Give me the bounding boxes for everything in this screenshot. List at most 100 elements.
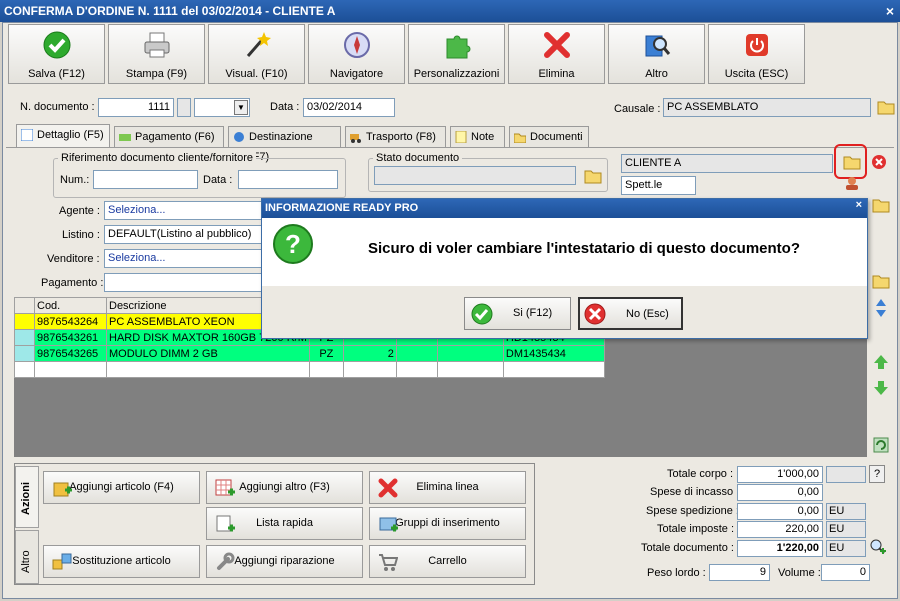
peso-field[interactable]: 9 xyxy=(709,564,770,581)
totale-documento-currency: EU xyxy=(826,540,866,557)
totale-corpo-label: Totale corpo : xyxy=(667,468,734,480)
tab-documenti[interactable]: Documenti xyxy=(509,126,589,147)
replace-article-button[interactable]: Sostituzione articolo xyxy=(43,545,200,578)
spese-incasso-field[interactable]: 0,00 xyxy=(737,484,823,501)
venditore-label: Venditore : xyxy=(47,253,100,265)
delete-button[interactable]: Elimina xyxy=(508,24,605,84)
delete-x-icon xyxy=(378,478,398,498)
cell-cod xyxy=(34,361,107,378)
tab-azioni[interactable]: Azioni xyxy=(15,466,39,528)
tab-trasporto[interactable]: Trasporto (F8) xyxy=(345,126,446,147)
venditore-select[interactable]: Seleziona... xyxy=(104,249,262,268)
ndoc-field[interactable]: 1111 xyxy=(98,98,174,117)
causale-field[interactable]: PC ASSEMBLATO xyxy=(663,98,871,117)
cart-button[interactable]: Carrello xyxy=(369,545,526,578)
arrow-up-icon[interactable] xyxy=(873,354,889,370)
remove-circle-icon[interactable] xyxy=(871,154,887,170)
dialog-no-button[interactable]: No (Esc) xyxy=(578,297,683,330)
dialog-title: INFORMAZIONE READY PRO xyxy=(262,199,867,218)
num-label: Num.: xyxy=(60,174,90,186)
move-updown-icon[interactable] xyxy=(873,298,889,318)
table-row[interactable]: 9876543265 MODULO DIMM 2 GB PZ 2 DM14354… xyxy=(14,345,605,362)
delete-line-label: Elimina linea xyxy=(416,481,479,493)
folder-icon[interactable] xyxy=(843,153,861,170)
insert-groups-button[interactable]: Gruppi di inserimento xyxy=(369,507,526,540)
num-field[interactable] xyxy=(93,170,198,189)
arrow-down-icon[interactable] xyxy=(873,380,889,396)
tab-dettaglio[interactable]: Dettaglio (F5) xyxy=(16,124,110,147)
tab-note[interactable]: Note xyxy=(450,126,505,147)
rif-date-field[interactable] xyxy=(238,170,338,189)
cell-serial xyxy=(502,361,605,378)
tab-azioni-label: Azioni xyxy=(20,482,32,515)
agente-label: Agente : xyxy=(59,205,100,217)
cell-cod: 9876543261 xyxy=(34,329,107,346)
tab-pagamento[interactable]: Pagamento (F6) xyxy=(114,126,224,147)
folder-icon[interactable] xyxy=(872,196,890,213)
print-label: Stampa (F9) xyxy=(125,68,188,80)
add-article-button[interactable]: Aggiungi articolo (F4) xyxy=(43,471,200,504)
tab-note-label: Note xyxy=(471,131,495,143)
print-button[interactable]: Stampa (F9) xyxy=(108,24,205,84)
tab-destinazione[interactable]: Destinazione (F7) xyxy=(228,126,341,163)
exit-label: Uscita (ESC) xyxy=(724,68,789,80)
add-other-button[interactable]: Aggiungi altro (F3) xyxy=(206,471,363,504)
agente-select[interactable]: Seleziona... xyxy=(104,201,262,220)
folder-icon[interactable] xyxy=(584,167,602,184)
add-article-label: Aggiungi articolo (F4) xyxy=(69,481,174,493)
tab-documenti-label: Documenti xyxy=(530,131,583,143)
window-title: CONFERMA D'ORDINE N. 1111 del 03/02/2014… xyxy=(4,4,336,18)
zoom-add-icon[interactable] xyxy=(870,539,886,555)
window-close-button[interactable]: × xyxy=(886,0,894,22)
ndoc-button[interactable] xyxy=(177,98,191,117)
causale-label: Causale : xyxy=(614,103,661,115)
add-grid-icon xyxy=(215,479,235,496)
folder-icon[interactable] xyxy=(872,272,890,289)
stato-title: Stato documento xyxy=(373,152,463,164)
preview-button[interactable]: Visual. (F10) xyxy=(208,24,305,84)
add-repair-button[interactable]: Aggiungi riparazione xyxy=(206,545,363,578)
col-cod: Cod. xyxy=(34,297,107,314)
save-button[interactable]: Salva (F12) xyxy=(8,24,105,84)
stato-field[interactable] xyxy=(374,166,576,185)
table-row[interactable] xyxy=(14,361,605,378)
quick-list-button[interactable]: Lista rapida xyxy=(206,507,363,540)
other-button[interactable]: Altro xyxy=(608,24,705,84)
spese-spedizione-field[interactable]: 0,00 xyxy=(737,503,823,520)
confirm-dialog: INFORMAZIONE READY PRO × ? Sicuro di vol… xyxy=(261,198,868,339)
cancel-icon xyxy=(584,303,606,325)
question-icon: ? xyxy=(273,224,313,264)
peso-label: Peso lordo : xyxy=(647,567,706,579)
row-indicator xyxy=(14,329,35,346)
help-button[interactable]: ? xyxy=(869,465,885,483)
delete-line-button[interactable]: Elimina linea xyxy=(369,471,526,504)
navigator-button[interactable]: Navigatore xyxy=(308,24,405,84)
chevron-down-icon[interactable]: ▼ xyxy=(234,100,248,115)
cart-icon xyxy=(379,554,398,571)
listino-select[interactable]: DEFAULT(Listino al pubblico) xyxy=(104,225,262,244)
cell-serial: DM1435434 xyxy=(502,345,605,362)
pagamento-select[interactable] xyxy=(104,273,262,292)
cell-um xyxy=(308,361,344,378)
dialog-close-button[interactable]: × xyxy=(856,199,862,211)
cliente-name-field[interactable]: CLIENTE A xyxy=(621,154,833,173)
dialog-yes-button[interactable]: Si (F12) xyxy=(464,297,571,330)
window-titlebar: CONFERMA D'ORDINE N. 1111 del 03/02/2014… xyxy=(0,0,900,22)
volume-field[interactable]: 0 xyxy=(821,564,870,581)
date-field[interactable]: 03/02/2014 xyxy=(303,98,395,117)
tab-divider xyxy=(6,147,894,148)
cell-desc xyxy=(106,361,310,378)
cliente-contact-field[interactable]: Spett.le xyxy=(621,176,696,195)
tab-dettaglio-label: Dettaglio (F5) xyxy=(37,129,104,141)
refresh-icon[interactable] xyxy=(873,437,889,453)
delete-x-icon xyxy=(544,32,570,58)
cell-6 xyxy=(436,361,504,378)
exit-button[interactable]: Uscita (ESC) xyxy=(708,24,805,84)
rif-data-label: Data : xyxy=(203,174,233,186)
folder-icon[interactable] xyxy=(877,98,895,115)
quick-list-label: Lista rapida xyxy=(256,517,313,529)
tab-altro[interactable]: Altro xyxy=(15,530,39,584)
person-icon[interactable] xyxy=(843,176,861,190)
totale-documento-field: 1'220,00 xyxy=(737,540,823,557)
customizations-button[interactable]: Personalizzazioni xyxy=(408,24,505,84)
